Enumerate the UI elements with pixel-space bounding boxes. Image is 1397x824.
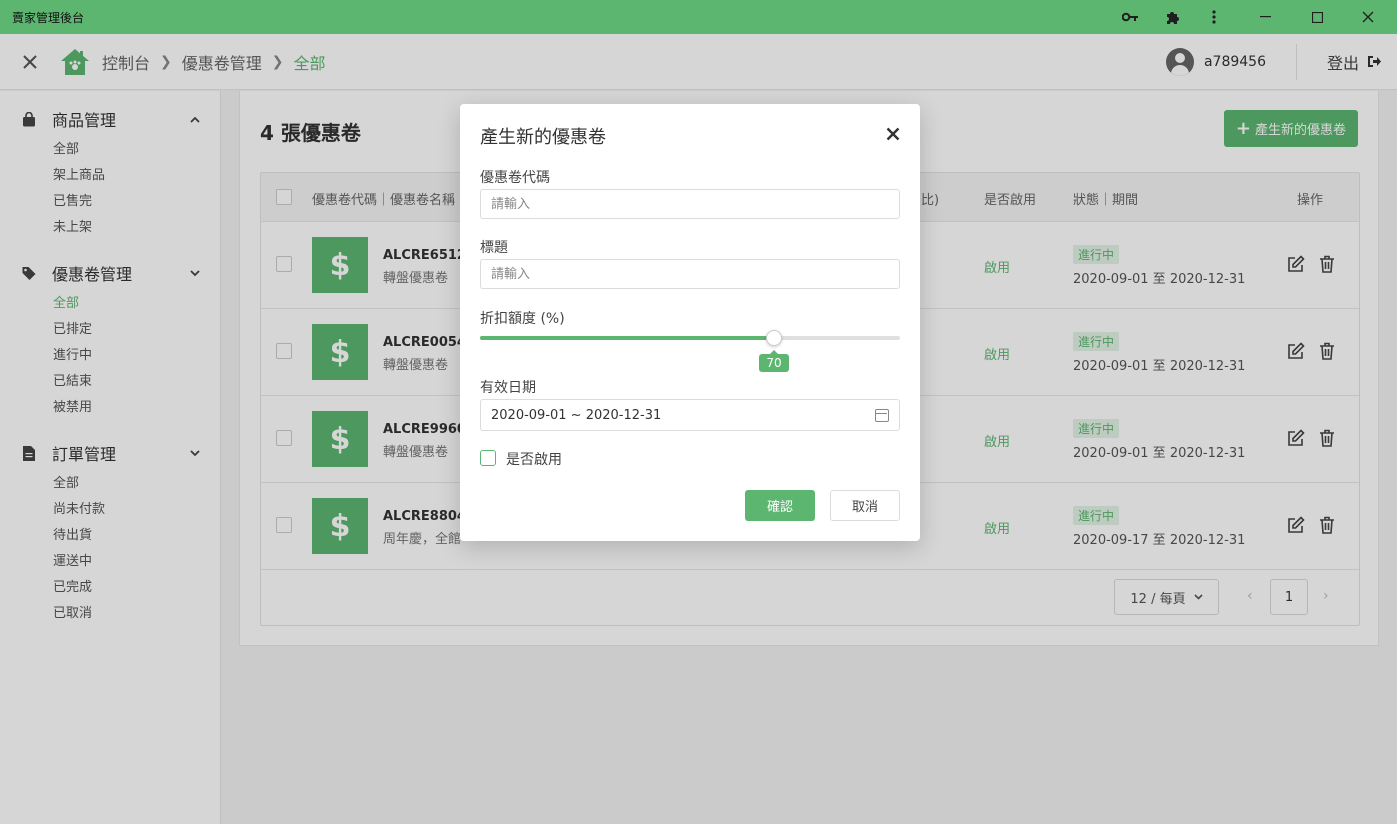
close-icon[interactable] bbox=[886, 127, 900, 141]
dialog-title: 產生新的優惠卷 bbox=[480, 127, 606, 148]
coupon-code-input[interactable] bbox=[480, 189, 900, 219]
cancel-button[interactable]: 取消 bbox=[830, 490, 900, 521]
calendar-icon bbox=[875, 408, 889, 422]
coupon-title-input[interactable] bbox=[480, 259, 900, 289]
enable-label[interactable]: 是否啟用 bbox=[506, 449, 562, 469]
title-label: 標題 bbox=[480, 240, 508, 256]
date-range-value: 2020-09-01 ~ 2020-12-31 bbox=[491, 407, 662, 423]
confirm-button[interactable]: 確認 bbox=[745, 490, 815, 521]
puzzle-icon[interactable] bbox=[1151, 0, 1193, 34]
slider-handle[interactable] bbox=[766, 330, 782, 346]
code-label: 優惠卷代碼 bbox=[480, 170, 550, 186]
minimize-icon[interactable] bbox=[1235, 0, 1295, 34]
date-label: 有效日期 bbox=[480, 380, 536, 396]
window-titlebar: 賣家管理後台 bbox=[0, 0, 1397, 34]
key-icon[interactable] bbox=[1109, 0, 1151, 34]
window-title: 賣家管理後台 bbox=[12, 10, 85, 25]
maximize-icon[interactable] bbox=[1295, 0, 1339, 34]
more-icon[interactable] bbox=[1193, 0, 1235, 34]
discount-slider[interactable]: 70 bbox=[480, 330, 900, 372]
enable-checkbox[interactable] bbox=[480, 450, 496, 466]
close-window-icon[interactable] bbox=[1339, 0, 1397, 34]
discount-label: 折扣額度 (%) bbox=[480, 311, 565, 327]
slider-value-tooltip: 70 bbox=[759, 350, 789, 372]
slider-fill bbox=[480, 336, 774, 340]
create-coupon-dialog: 產生新的優惠卷 優惠卷代碼 標題 折扣額度 (%) 70 有效日期 2020-0… bbox=[460, 104, 920, 541]
date-range-picker[interactable]: 2020-09-01 ~ 2020-12-31 bbox=[480, 399, 900, 431]
